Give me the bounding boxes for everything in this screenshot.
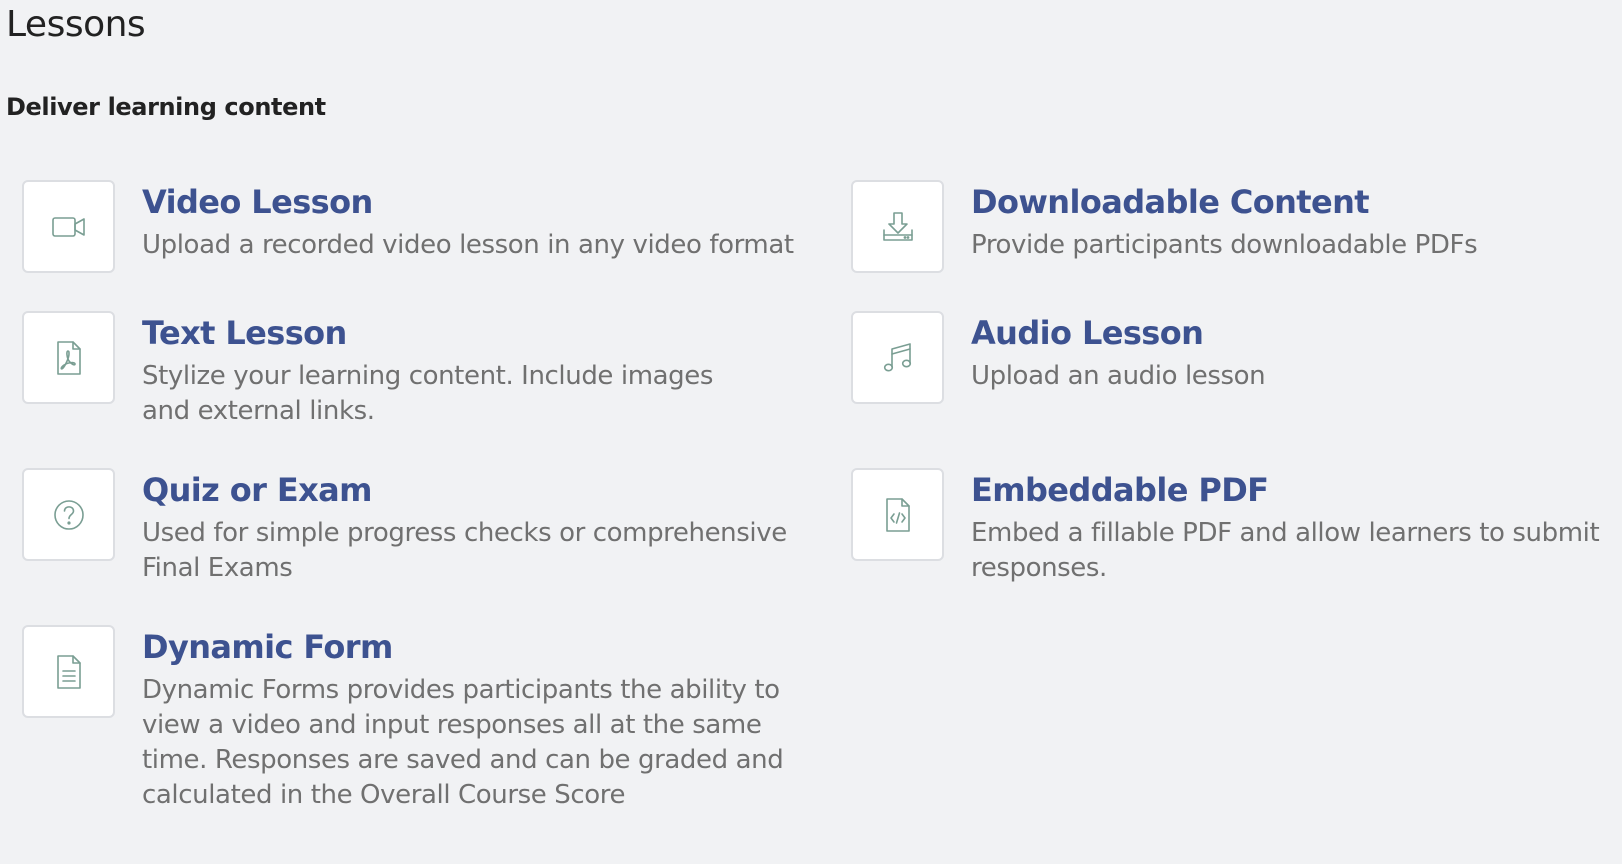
audio-lesson-icon-button[interactable]	[851, 311, 944, 404]
section-subtitle: Deliver learning content	[6, 93, 326, 121]
text-lesson-icon-button[interactable]	[22, 311, 115, 404]
embeddable-pdf-icon-button[interactable]	[851, 468, 944, 561]
quiz-exam-title[interactable]: Quiz or Exam	[142, 470, 372, 510]
download-icon	[882, 211, 913, 241]
embeddable-pdf-description: Embed a fillable PDF and allow learners …	[971, 518, 1600, 583]
audio-lesson-description: Upload an audio lesson	[971, 361, 1266, 391]
downloadable-content-title[interactable]: Downloadable Content	[971, 182, 1370, 222]
downloadable-content-description: Provide participants downloadable PDFs	[971, 230, 1478, 260]
page-title: Lessons	[6, 4, 146, 45]
code-file-icon	[885, 497, 910, 532]
embeddable-pdf-title[interactable]: Embeddable PDF	[971, 470, 1269, 510]
text-lesson-description: Stylize your learning content. Include i…	[142, 361, 714, 426]
video-lesson-title[interactable]: Video Lesson	[142, 182, 373, 222]
pdf-file-icon	[56, 340, 81, 375]
downloadable-content-icon-button[interactable]	[851, 180, 944, 273]
dynamic-form-description: Dynamic Forms provides participants the …	[142, 675, 784, 810]
dynamic-form-title[interactable]: Dynamic Form	[142, 627, 393, 667]
video-lesson-description: Upload a recorded video lesson in any vi…	[142, 230, 794, 260]
audio-lesson-title[interactable]: Audio Lesson	[971, 313, 1204, 353]
music-note-icon	[883, 342, 911, 371]
quiz-exam-icon-button[interactable]	[22, 468, 115, 561]
dynamic-form-icon-button[interactable]	[22, 625, 115, 718]
quiz-exam-description: Used for simple progress checks or compr…	[142, 518, 787, 583]
video-lesson-icon-button[interactable]	[22, 180, 115, 273]
text-lesson-title[interactable]: Text Lesson	[142, 313, 347, 353]
document-lines-icon	[56, 654, 81, 689]
video-camera-icon	[51, 216, 85, 237]
question-circle-icon	[53, 499, 84, 530]
